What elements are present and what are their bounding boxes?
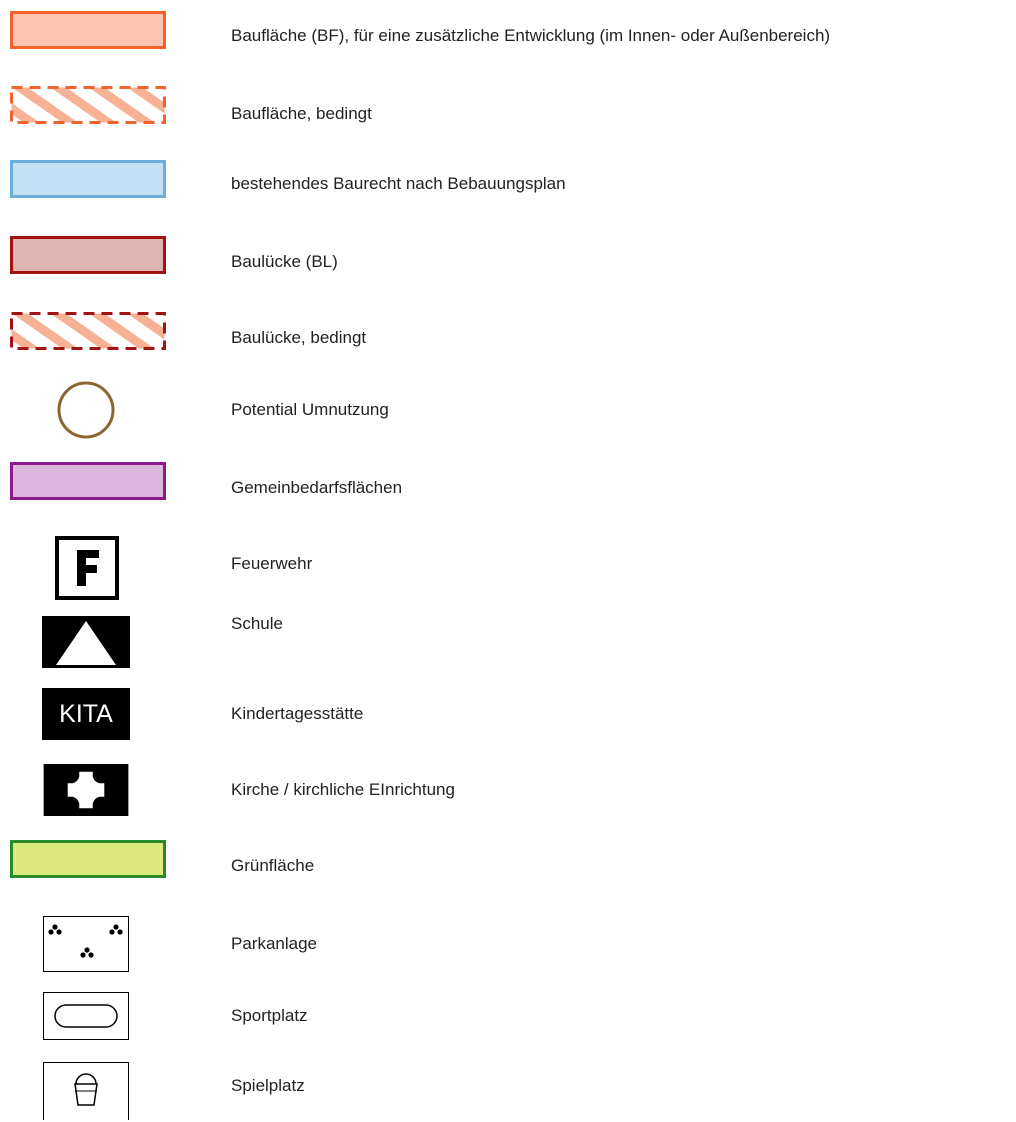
legend-item-umnutzung: Potential Umnutzung (0, 380, 1016, 440)
legend-label: Gemeinbedarfsflächen (231, 478, 403, 497)
legend-label: Feuerwehr (231, 554, 313, 573)
legend-item-sportplatz: Sportplatz (0, 992, 1016, 1052)
sportplatz-track-icon (43, 992, 129, 1040)
legend-item-bauluecke-bedingt: Baulücke, bedingt (0, 312, 1016, 372)
legend-item-bauluecke: Baulücke (BL) (0, 236, 1016, 296)
legend-item-schule: Schule (0, 614, 1016, 674)
bauflaeche-bedingt-hatched-swatch (10, 86, 166, 124)
legend-item-baurecht: bestehendes Baurecht nach Bebauungsplan (0, 158, 1016, 218)
baurecht-swatch (10, 160, 166, 198)
legend-label: Baufläche (BF), für eine zusätzliche Ent… (231, 26, 831, 45)
legend-label: Kirche / kirchliche EInrichtung (231, 780, 455, 799)
kita-icon: KITA (42, 688, 130, 740)
schule-triangle-icon (42, 616, 130, 668)
legend-item-feuerwehr: Feuerwehr (0, 536, 1016, 600)
umnutzung-circle-icon (57, 381, 115, 439)
legend-item-parkanlage: Parkanlage (0, 916, 1016, 976)
legend-item-bauflaeche: Baufläche (BF), für eine zusätzliche Ent… (0, 0, 1016, 60)
legend-label: Baufläche, bedingt (231, 104, 372, 123)
spielplatz-bucket-icon (43, 1062, 129, 1120)
legend-label: Schule (231, 614, 283, 633)
parkanlage-dots-icon (43, 916, 129, 972)
legend-item-kirche: Kirche / kirchliche EInrichtung (0, 764, 1016, 824)
legend-label: Baulücke (BL) (231, 252, 338, 271)
gruenflaeche-swatch (10, 840, 166, 878)
bauluecke-bedingt-hatched-swatch (10, 312, 166, 350)
bauflaeche-swatch (10, 11, 166, 49)
legend-item-bauflaeche-bedingt: Baufläche, bedingt (0, 80, 1016, 140)
legend-label: Baulücke, bedingt (231, 328, 367, 347)
legend-item-spielplatz: Spielplatz (0, 1062, 1016, 1122)
feuerwehr-f-icon (55, 536, 119, 600)
legend-item-gruenflaeche: Grünfläche (0, 840, 1016, 900)
legend-label: Grünfläche (231, 856, 315, 875)
legend-label: Sportplatz (231, 1006, 308, 1025)
bauluecke-swatch (10, 236, 166, 274)
legend-item-kita: KITA Kindertagesstätte (0, 688, 1016, 748)
kirche-icon (43, 764, 129, 816)
legend-item-gemeinbedarf: Gemeinbedarfsflächen (0, 462, 1016, 522)
legend-label: bestehendes Baurecht nach Bebauungsplan (231, 174, 566, 193)
gemeinbedarf-swatch (10, 462, 166, 500)
legend-label: Parkanlage (231, 934, 318, 953)
legend-label: Spielplatz (231, 1076, 305, 1095)
kita-icon-text: KITA (59, 700, 113, 728)
legend-label: Kindertagesstätte (231, 704, 364, 723)
legend-label: Potential Umnutzung (231, 400, 389, 419)
